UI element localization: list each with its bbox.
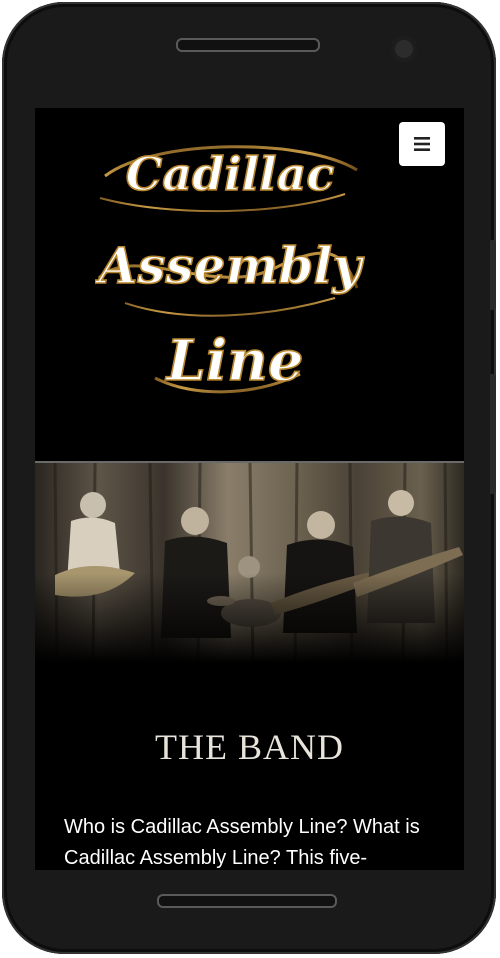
power-button <box>490 374 496 494</box>
band-photo <box>35 461 464 663</box>
hamburger-icon <box>414 137 430 151</box>
section-title: THE BAND <box>155 727 344 767</box>
menu-button[interactable] <box>399 122 445 166</box>
phone-screen: Cadillac Assembly Line THE BAND Who is C… <box>35 108 464 870</box>
front-camera-icon <box>391 36 417 62</box>
bottom-speaker <box>157 894 337 908</box>
site-logo[interactable]: Cadillac Assembly Line <box>95 128 365 408</box>
earpiece-speaker <box>176 38 320 52</box>
section-body-text: Who is Cadillac Assembly Line? What is C… <box>64 816 420 869</box>
logo-word-2: Assembly <box>95 236 364 295</box>
volume-button <box>490 240 496 310</box>
logo-word-3: Line <box>165 328 304 394</box>
logo-word-1: Cadillac <box>126 147 335 201</box>
